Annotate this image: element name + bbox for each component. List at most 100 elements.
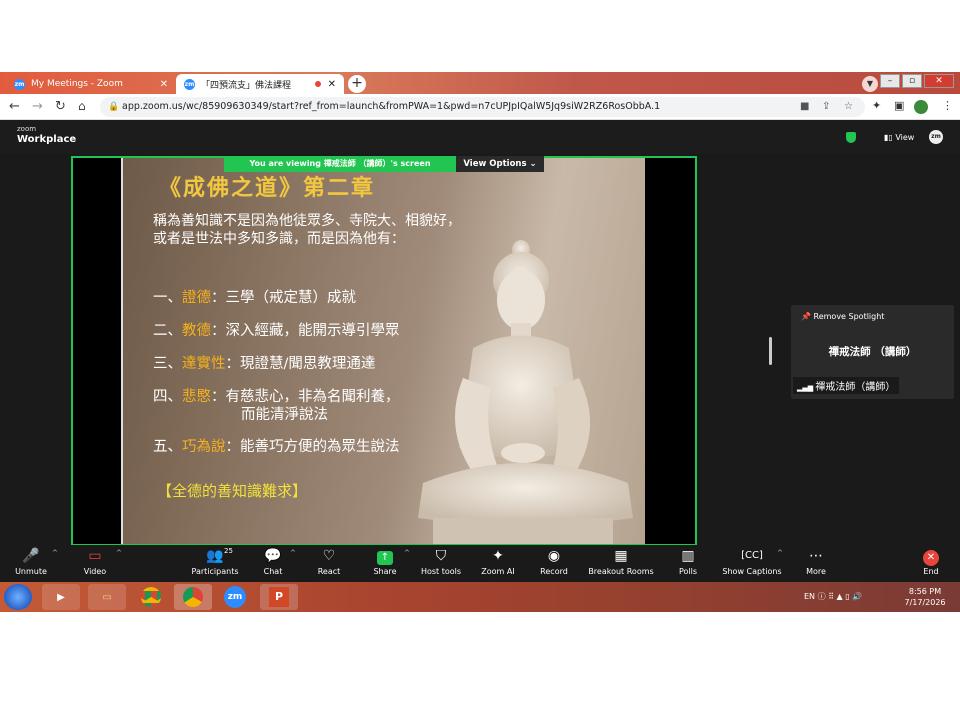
record-icon: ◉ — [547, 548, 561, 564]
participant-name-tag: ▂▄▆ 禪戒法師（講師） — [793, 377, 900, 394]
more-dots-icon: ⋯ — [809, 548, 823, 564]
close-window-button[interactable]: ✕ — [924, 74, 954, 88]
media-player-app-icon[interactable]: ▶ — [42, 584, 80, 610]
home-icon[interactable]: ⌂ — [78, 99, 86, 113]
chevron-down-icon: ⌄ — [529, 159, 537, 169]
view-label: View — [895, 133, 915, 142]
panel-resize-handle[interactable] — [769, 337, 772, 365]
profile-avatar-icon[interactable] — [914, 100, 928, 114]
chrome-logo-icon — [183, 587, 203, 607]
address-bar[interactable]: 🔒 app.zoom.us/wc/85909630349/start?ref_f… — [100, 97, 865, 117]
encryption-shield-icon[interactable] — [846, 132, 856, 143]
captions-label: Show Captions — [722, 567, 782, 576]
zoom-app-icon[interactable]: zm — [216, 584, 254, 610]
tray-app-icon[interactable]: ▯ — [845, 592, 849, 601]
speaker-icon[interactable]: 🔊 — [852, 592, 862, 601]
breakout-grid-icon: ▦ — [614, 548, 628, 564]
caret-up-icon[interactable]: ^ — [116, 549, 122, 557]
point-key: 達實性 — [182, 356, 226, 372]
tab-my-meetings[interactable]: zm My Meetings - Zoom ✕ — [6, 74, 176, 94]
point-text: ：能善巧方便的為眾生說法 — [225, 439, 400, 455]
buddha-statue-image — [418, 240, 633, 544]
zoom-favicon-icon: zm — [14, 78, 25, 90]
unmute-button[interactable]: 🎤 Unmute ^ — [0, 545, 66, 582]
back-arrow-icon[interactable]: ← — [9, 99, 20, 114]
point-text: ：現證慧/聞思教理通達 — [225, 356, 376, 372]
video-label: Video — [83, 567, 107, 576]
share-page-icon[interactable]: ⇪ — [822, 97, 830, 117]
windows-taskbar: ▶ ▭ zm P EN ⓘ ⠿ ▲ ▯ 🔊 8:56 PM 7/17/2026 — [0, 582, 960, 612]
record-button[interactable]: ◉ Record — [519, 545, 589, 582]
bookmark-star-icon[interactable]: ☆ — [844, 97, 853, 117]
tab-close-icon[interactable]: ✕ — [160, 79, 168, 90]
workplace-logo-text: Workplace — [17, 134, 77, 145]
caret-up-icon[interactable]: ^ — [52, 549, 58, 557]
view-button[interactable]: ▮▯ View — [884, 133, 914, 142]
taskbar-clock[interactable]: 8:56 PM 7/17/2026 — [896, 586, 954, 608]
window-controls: – ▫ ✕ — [880, 74, 954, 88]
unmute-label: Unmute — [15, 567, 47, 576]
polls-bars-icon: ▥ — [681, 548, 695, 564]
more-button[interactable]: ⋯ More — [781, 545, 851, 582]
network-icon[interactable]: ⠿ — [828, 592, 834, 601]
minimize-button[interactable]: – — [880, 74, 900, 88]
zoom-logo-icon: zm — [224, 586, 246, 608]
powerpoint-app-icon[interactable]: P — [260, 584, 298, 610]
video-button[interactable]: ▭ Video ^ — [60, 545, 130, 582]
view-options-button[interactable]: View Options ⌄ — [456, 156, 544, 172]
clock-date: 7/17/2026 — [904, 598, 946, 607]
zoom-avatar[interactable]: zm — [929, 130, 943, 144]
polls-button[interactable]: ▥ Polls — [653, 545, 723, 582]
tab-search-chevron-icon[interactable]: ▼ — [862, 76, 878, 92]
remove-spotlight-label: Remove Spotlight — [813, 312, 885, 321]
slide-point-2: 二、教德：深入經藏，能開示導引學眾 — [153, 322, 400, 340]
participant-name: 禪戒法師 （講師） — [828, 346, 917, 358]
participant-count-badge: 25 — [224, 547, 233, 555]
spotlight-video-panel: 📌 Remove Spotlight 禪戒法師 （講師） ▂▄▆ 禪戒法師（講師… — [791, 305, 954, 399]
side-panel-icon[interactable]: ▣ — [894, 99, 904, 112]
language-indicator[interactable]: EN — [804, 592, 815, 601]
show-captions-button[interactable]: [CC] Show Captions ^ — [717, 545, 787, 582]
system-tray: EN ⓘ ⠿ ▲ ▯ 🔊 — [804, 591, 862, 602]
tab-course[interactable]: zm 「四預流支」佛法課程 ✕ — [176, 74, 344, 94]
extensions-puzzle-icon[interactable]: ✦ — [872, 99, 881, 112]
end-label: End — [923, 567, 939, 576]
zoom-header: zoom Workplace ▮▯ View zm — [0, 120, 960, 154]
reload-icon[interactable]: ↻ — [55, 99, 66, 114]
chrome-logo-icon — [141, 587, 161, 607]
file-explorer-app-icon[interactable]: ▭ — [88, 584, 126, 610]
slide-point-4: 四、悲愍：有慈悲心，非為名聞利養， 而能清淨說法 — [153, 388, 400, 424]
slide-title: 《成佛之道》第二章 — [159, 175, 376, 201]
point-key: 巧為說 — [182, 439, 226, 455]
maximize-button[interactable]: ▫ — [902, 74, 922, 88]
point-prefix: 一、 — [153, 290, 182, 306]
slide-point-3: 三、達實性：現證慧/聞思教理通達 — [153, 355, 375, 373]
signal-bars-icon: ▂▄▆ — [797, 384, 816, 392]
slide-footer: 【全德的善知識難求】 — [157, 482, 308, 500]
new-tab-button[interactable]: + — [348, 75, 366, 93]
pin-icon: 📌 — [801, 312, 811, 321]
chrome-menu-icon[interactable]: ⋮ — [942, 99, 953, 112]
forward-arrow-icon[interactable]: → — [32, 99, 43, 114]
point-key: 悲愍 — [182, 389, 211, 405]
browser-tab-strip: zm My Meetings - Zoom ✕ zm 「四預流支」佛法課程 ✕ … — [0, 72, 960, 94]
camera-in-use-icon[interactable]: ■ — [800, 97, 809, 117]
end-button[interactable]: ✕ End — [896, 545, 960, 582]
participant-tag-label: 禪戒法師（講師） — [815, 382, 896, 393]
help-icon[interactable]: ⓘ — [818, 592, 826, 601]
chrome-app-icon[interactable] — [132, 584, 170, 610]
tab-close-icon[interactable]: ✕ — [328, 79, 336, 90]
breakout-rooms-button[interactable]: ▦ Breakout Rooms — [586, 545, 656, 582]
polls-label: Polls — [678, 567, 698, 576]
remove-spotlight-button[interactable]: 📌 Remove Spotlight — [801, 312, 884, 321]
clock-time: 8:56 PM — [908, 587, 942, 596]
zoom-favicon-icon: zm — [184, 78, 195, 90]
point-prefix: 二、 — [153, 323, 182, 339]
point-key: 教德 — [182, 323, 211, 339]
windows-start-button[interactable] — [4, 584, 32, 610]
point-text-continued: 而能清淨說法 — [241, 407, 328, 423]
view-options-label: View Options — [463, 159, 527, 169]
browser-nav-bar: ← → ↻ ⌂ 🔒 app.zoom.us/wc/85909630349/sta… — [0, 94, 960, 120]
chrome-active-app-icon[interactable] — [174, 584, 212, 610]
tray-up-arrow-icon[interactable]: ▲ — [837, 592, 843, 601]
